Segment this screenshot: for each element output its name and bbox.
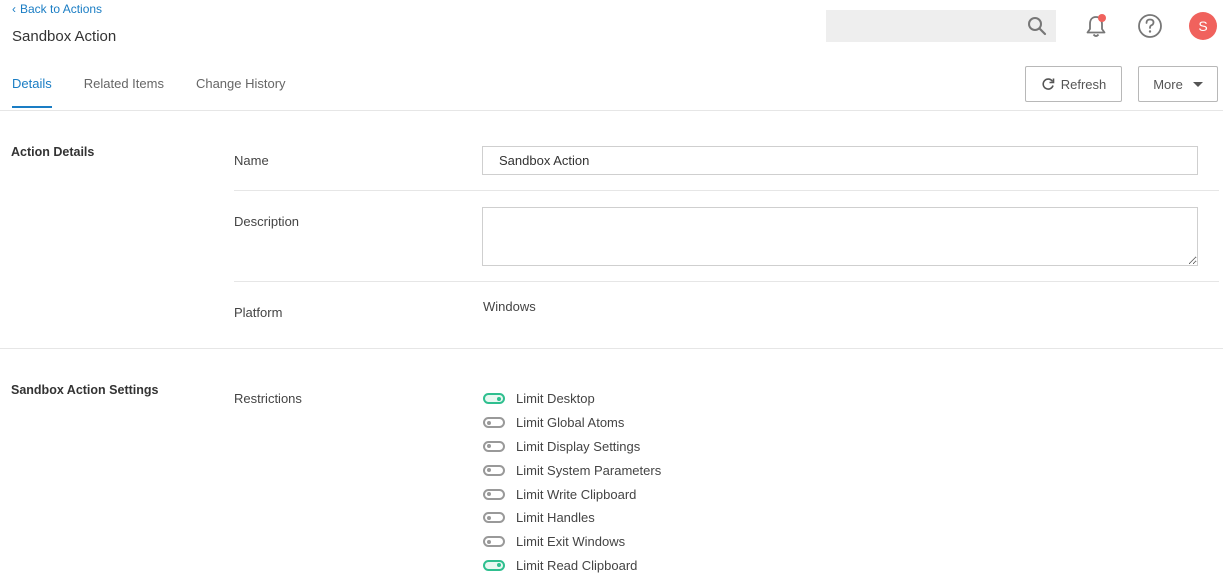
restriction-label: Limit Read Clipboard [516,557,638,573]
section-divider [0,348,1223,349]
toggle-switch[interactable] [483,536,505,548]
section-title-action-details: Action Details [11,145,95,159]
restriction-item: Limit Desktop [483,387,661,411]
restriction-item: Limit Exit Windows [483,530,661,554]
tab-divider [0,110,1223,111]
restriction-item: Limit Read Clipboard [483,554,661,574]
restriction-item: Limit Display Settings [483,435,661,459]
tab-bar: Details Related Items Change History [12,76,318,108]
more-dropdown-button[interactable]: More [1138,66,1218,102]
platform-value: Windows [483,299,536,314]
refresh-button-label: Refresh [1060,76,1107,92]
toggle-switch[interactable] [483,512,505,524]
toggle-switch[interactable] [483,464,505,476]
toggle-switch[interactable] [483,488,505,500]
restriction-label: Limit Write Clipboard [516,486,637,502]
name-input[interactable] [482,146,1198,175]
notification-bell-icon[interactable] [1084,13,1108,39]
more-button-label: More [1153,76,1183,92]
tab-details[interactable]: Details [12,76,52,108]
description-textarea[interactable] [482,207,1198,266]
field-divider [234,190,1219,191]
toggle-switch[interactable] [483,559,505,571]
restriction-item: Limit System Parameters [483,458,661,482]
restriction-label: Limit Display Settings [516,438,641,454]
search-box[interactable] [826,10,1056,42]
toggle-switch[interactable] [483,440,505,452]
refresh-button[interactable]: Refresh [1025,66,1122,102]
restriction-label: Limit Exit Windows [516,534,626,550]
restriction-label: Limit System Parameters [516,462,662,478]
restriction-label: Limit Handles [516,510,595,526]
search-input[interactable] [826,10,1056,42]
field-divider [234,281,1219,282]
restriction-item: Limit Global Atoms [483,411,661,435]
caret-down-icon [1192,81,1203,87]
restriction-item: Limit Handles [483,506,661,530]
section-title-sandbox-settings: Sandbox Action Settings [11,383,159,397]
user-avatar[interactable]: S [1189,12,1217,40]
back-link-label: Back to Actions [20,2,103,16]
platform-label: Platform [234,305,283,320]
restrictions-list: Limit Desktop Limit Global Atoms Limit D… [483,387,661,574]
refresh-icon [1042,78,1055,90]
description-label: Description [234,214,300,229]
tab-related-items[interactable]: Related Items [84,76,164,108]
notification-dot [1098,14,1106,22]
chevron-left-icon: ‹ [12,2,16,16]
help-icon[interactable] [1137,13,1163,39]
search-icon[interactable] [1027,16,1047,36]
page-title: Sandbox Action [12,28,117,45]
restriction-label: Limit Desktop [516,391,595,407]
restriction-item: Limit Write Clipboard [483,482,661,506]
back-to-actions-link[interactable]: ‹ Back to Actions [12,2,102,16]
toggle-switch[interactable] [483,393,505,405]
toggle-switch[interactable] [483,417,505,429]
name-label: Name [234,153,269,168]
restriction-label: Limit Global Atoms [516,415,625,431]
restrictions-label: Restrictions [234,391,302,406]
tab-change-history[interactable]: Change History [196,76,286,108]
